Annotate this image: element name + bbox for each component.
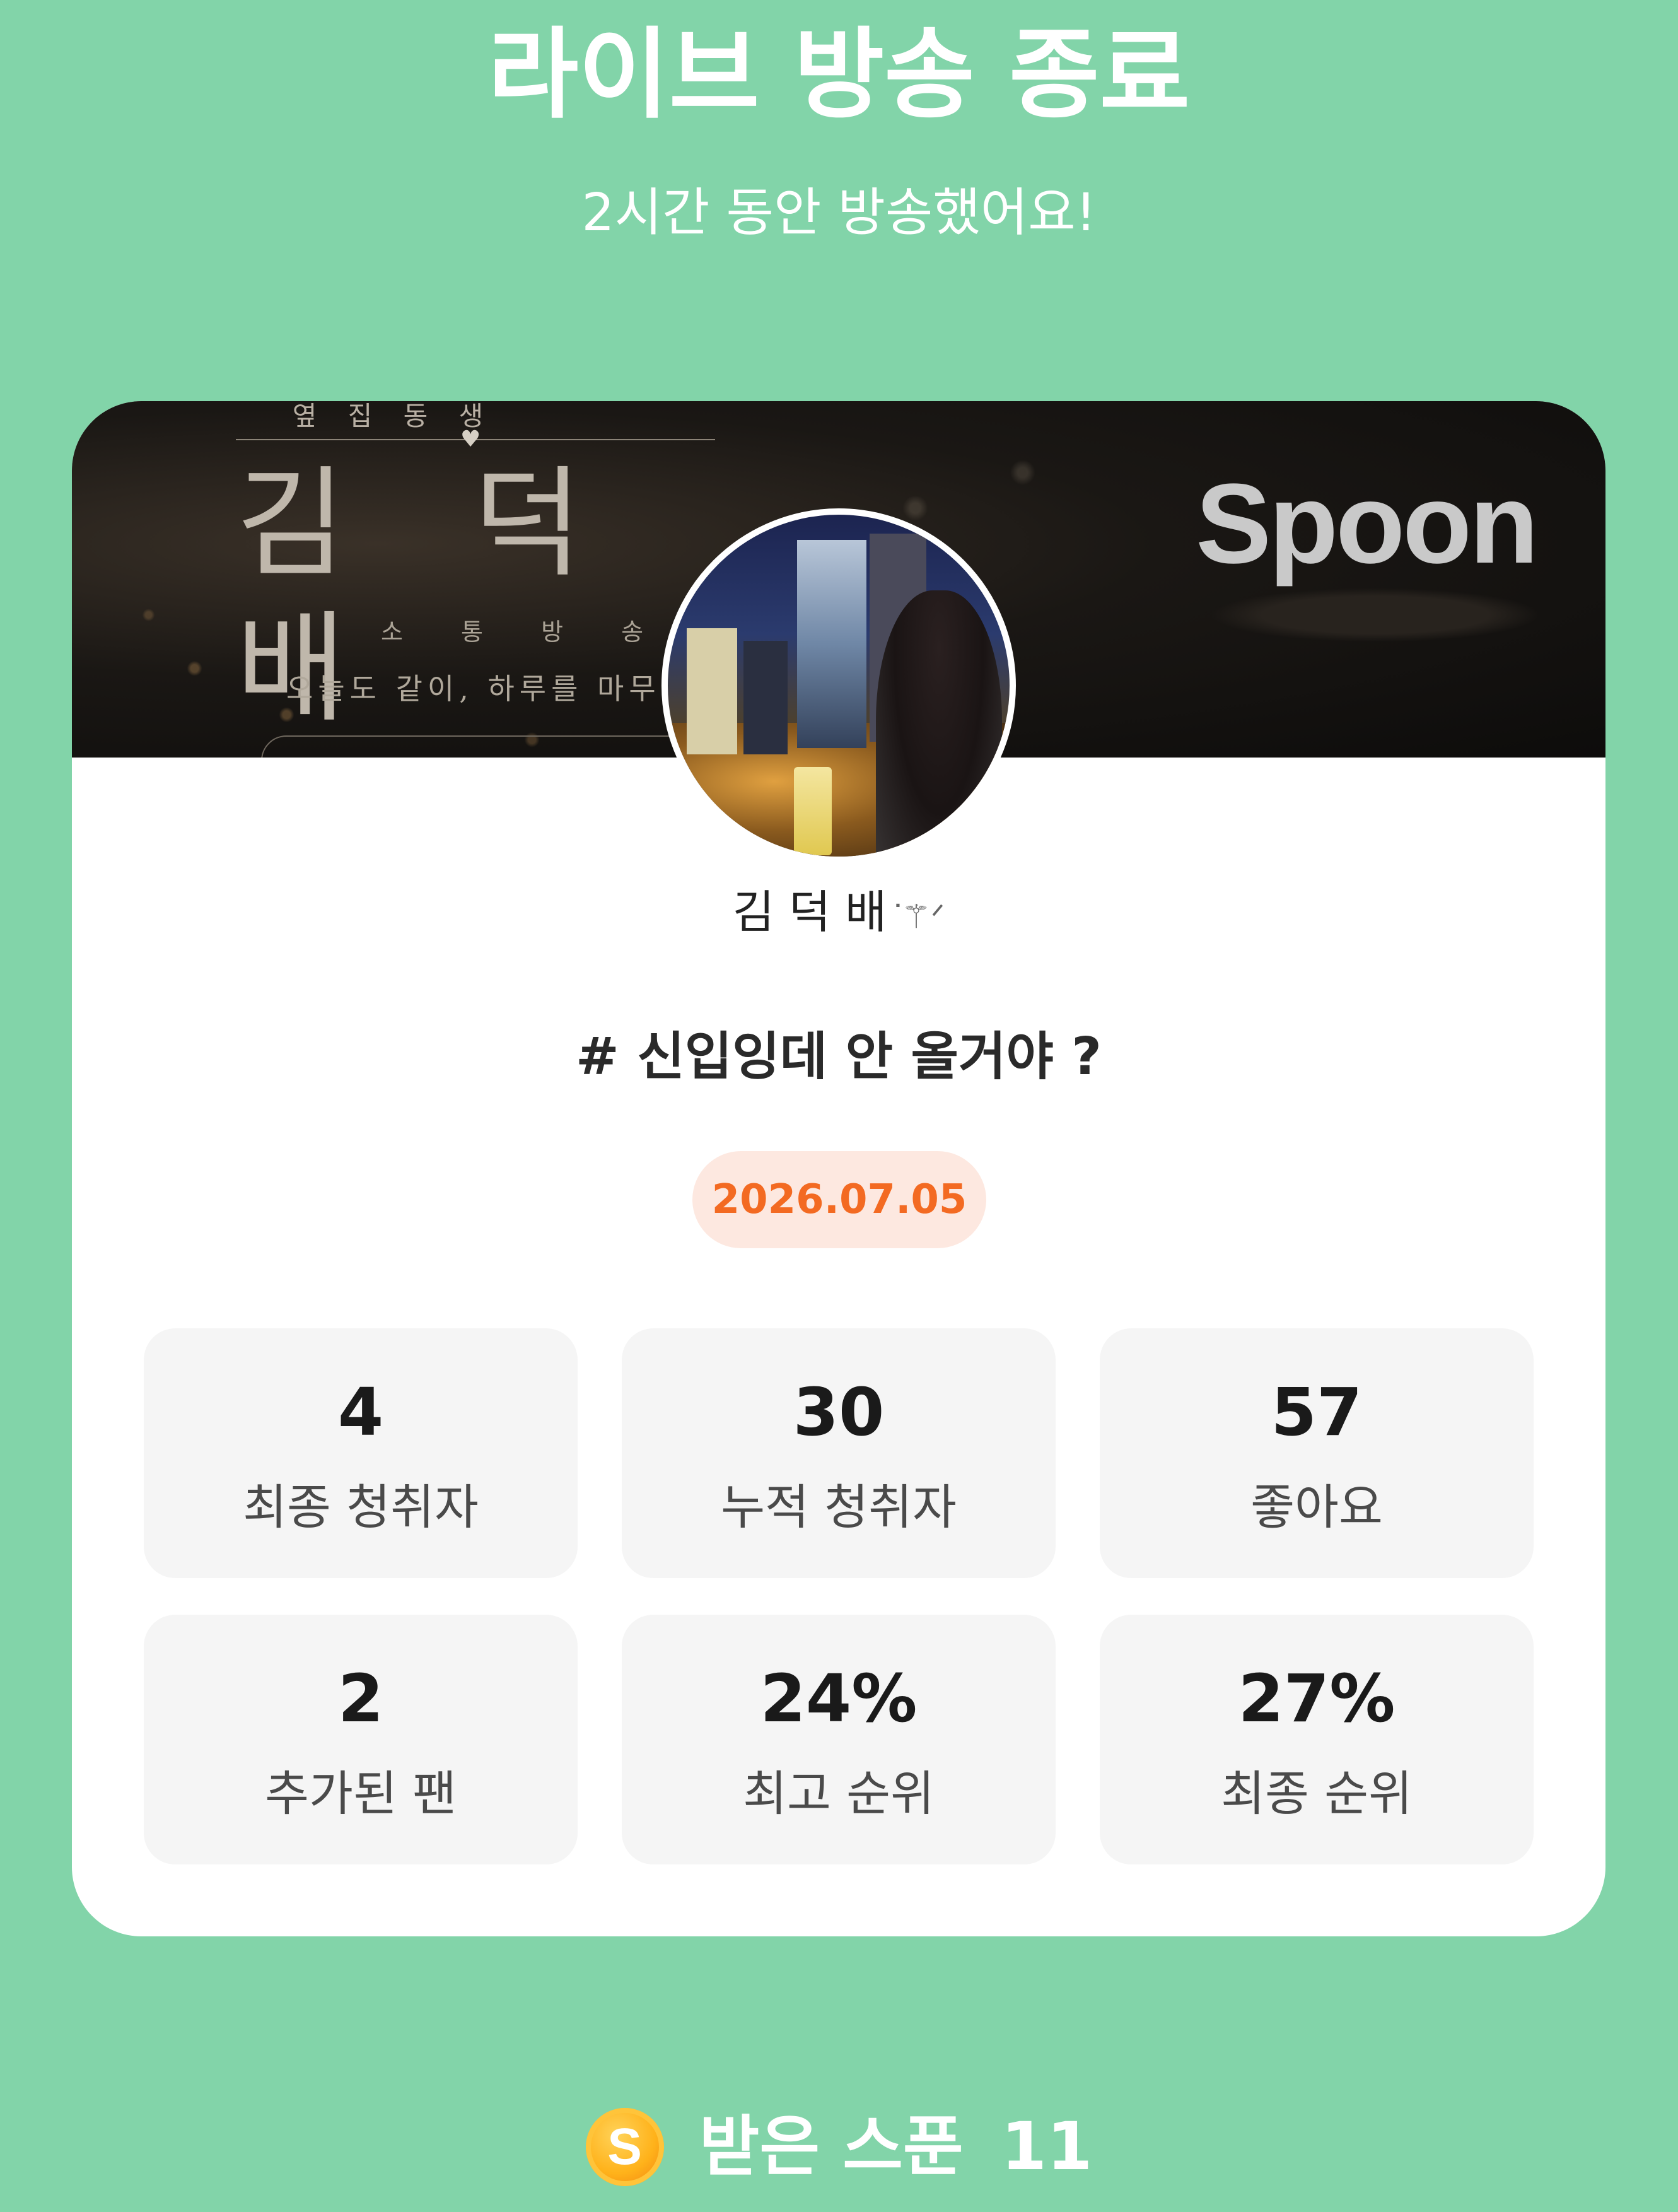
stat-final-rank: 27% 최종 순위 <box>1100 1615 1534 1864</box>
stat-label: 추가된 팬 <box>265 1765 457 1822</box>
stat-new-fans: 2 추가된 팬 <box>144 1615 578 1864</box>
stat-likes: 57 좋아요 <box>1100 1328 1534 1578</box>
stat-best-rank: 24% 최고 순위 <box>622 1615 1056 1864</box>
avatar-photo-tower <box>797 540 866 748</box>
stat-label: 최고 순위 <box>743 1765 935 1822</box>
avatar-photo-building <box>743 641 788 754</box>
avatar-photo-drink <box>794 767 832 855</box>
broadcast-summary-card: 옆 집 동 생 ♥ 김 덕 배 소 통 방 송 오늘도 같이, 하루를 마무리해… <box>72 401 1605 1936</box>
stat-label: 좋아요 <box>1250 1479 1383 1535</box>
stat-label: 최종 청취자 <box>243 1479 479 1535</box>
banner-tagline: 오늘도 같이, 하루를 마무리해 <box>286 672 725 706</box>
dj-nickname-text: 김 덕 배 <box>732 886 887 939</box>
stat-value: 27% <box>1238 1660 1395 1737</box>
stat-value: 30 <box>793 1374 885 1451</box>
dj-nickname[interactable]: 김 덕 배 ᐝ⚚ᐟ <box>72 881 1605 949</box>
banner-tag: 소 통 방 송 <box>381 618 669 646</box>
nickname-decoration: ᐝ⚚ᐟ <box>893 898 945 936</box>
heart-icon: ♥ <box>460 426 481 452</box>
stat-value: 57 <box>1271 1374 1363 1451</box>
stat-value: 4 <box>337 1374 384 1451</box>
stat-value: 24% <box>760 1660 918 1737</box>
stat-total-listeners: 30 누적 청취자 <box>622 1328 1056 1578</box>
avatar-photo-person <box>876 590 1002 857</box>
stat-label: 최종 순위 <box>1221 1765 1413 1822</box>
banner-info-box <box>261 735 705 758</box>
banner-top-text: 옆 집 동 생 <box>292 401 495 431</box>
avatar-photo-building <box>687 628 737 754</box>
spoon-coin-icon: S <box>585 2108 664 2186</box>
broadcast-duration: 2시간 동안 방송했어요! <box>581 183 1097 243</box>
stat-value: 2 <box>337 1660 384 1737</box>
broadcast-date-badge: 2026.07.05 <box>692 1151 986 1248</box>
received-spoons-count: 11 <box>1001 2108 1093 2185</box>
stat-label: 누적 청취자 <box>721 1479 957 1535</box>
broadcast-title: # 신입잉데 안 올거야 ? <box>576 1027 1102 1087</box>
received-spoons: S 받은 스푼 11 <box>0 2105 1678 2187</box>
spoon-coin-letter: S <box>607 2118 642 2175</box>
page-title: 라이브 방송 종료 <box>487 17 1191 132</box>
profile-avatar[interactable] <box>661 508 1016 863</box>
spoon-logo: Spoon <box>1196 460 1539 587</box>
received-spoons-label: 받은 스푼 <box>699 2108 964 2185</box>
stat-final-listeners: 4 최종 청취자 <box>144 1328 578 1578</box>
